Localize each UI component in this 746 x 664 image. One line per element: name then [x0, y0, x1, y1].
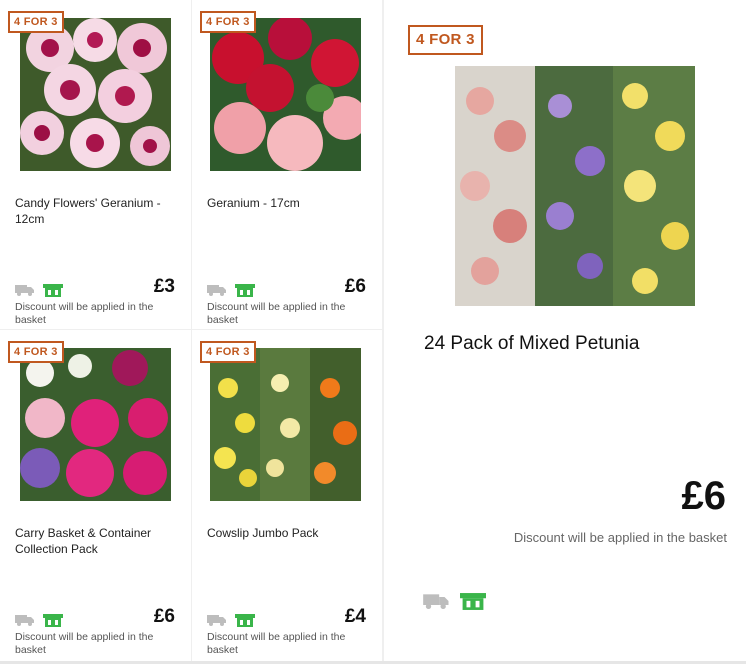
click-and-collect-icon [235, 283, 255, 297]
product-image[interactable] [210, 18, 361, 171]
product-price: £4 [344, 606, 366, 627]
fulfilment-icons [15, 613, 63, 627]
featured-product-card[interactable]: 4 FOR 3 24 Pack of Mixed Petunia £6 Disc… [384, 0, 746, 661]
product-name[interactable]: Candy Flowers' Geranium - 12cm [15, 195, 180, 227]
delivery-truck-icon [15, 285, 34, 296]
click-and-collect-icon [43, 613, 63, 627]
product-image[interactable] [20, 18, 171, 171]
offer-badge: 4 FOR 3 [200, 11, 256, 33]
product-name[interactable]: Geranium - 17cm [207, 195, 372, 211]
product-price: £3 [153, 276, 175, 297]
delivery-truck-icon [15, 615, 34, 626]
product-image[interactable] [20, 348, 171, 501]
fulfilment-icons [207, 613, 255, 627]
product-card[interactable]: 4 FOR 3 Carry Basket & Container Collect… [0, 330, 191, 661]
discount-note: Discount will be applied in the basket [207, 301, 346, 326]
fulfilment-icons [207, 283, 255, 297]
offer-badge: 4 FOR 3 [8, 341, 64, 363]
click-and-collect-icon [460, 592, 486, 610]
product-image[interactable] [210, 348, 361, 501]
fulfilment-icons [423, 592, 486, 610]
delivery-truck-icon [207, 285, 226, 296]
product-name[interactable]: Carry Basket & Container Collection Pack [15, 525, 180, 557]
delivery-truck-icon [423, 594, 449, 609]
discount-note: Discount will be applied in the basket [15, 631, 154, 656]
product-name[interactable]: 24 Pack of Mixed Petunia [424, 332, 724, 356]
product-image[interactable] [455, 66, 695, 306]
click-and-collect-icon [235, 613, 255, 627]
product-name[interactable]: Cowslip Jumbo Pack [207, 525, 372, 541]
product-price: £6 [344, 276, 366, 297]
click-and-collect-icon [43, 283, 63, 297]
product-price: £6 [153, 606, 175, 627]
product-card[interactable]: 4 FOR 3 Geranium - 17cm £6 Discount will… [192, 0, 382, 329]
product-card[interactable]: 4 FOR 3 Candy Flowers' Geranium - 12cm £… [0, 0, 191, 329]
discount-note: Discount will be applied in the basket [207, 631, 346, 656]
product-price: £6 [681, 474, 727, 518]
product-card[interactable]: 4 FOR 3 Cowslip Jumbo Pack £4 Discount w… [192, 330, 382, 661]
offer-badge: 4 FOR 3 [200, 341, 256, 363]
discount-note: Discount will be applied in the basket [15, 301, 154, 326]
delivery-truck-icon [207, 615, 226, 626]
offer-badge: 4 FOR 3 [8, 11, 64, 33]
fulfilment-icons [15, 283, 63, 297]
discount-note: Discount will be applied in the basket [513, 530, 727, 545]
offer-badge: 4 FOR 3 [408, 25, 483, 55]
